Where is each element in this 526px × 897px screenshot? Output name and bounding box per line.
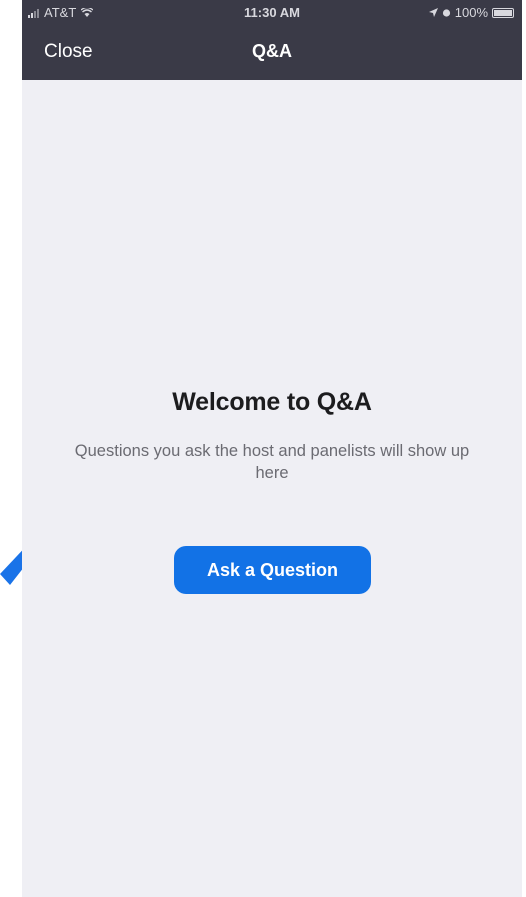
- status-right: 100%: [428, 5, 514, 20]
- alarm-icon: [442, 9, 450, 17]
- ask-question-button[interactable]: Ask a Question: [174, 546, 371, 594]
- phone-screen: AT&T 11:30 AM 100% Close Q&A Welcome to …: [22, 0, 522, 897]
- status-bar: AT&T 11:30 AM 100%: [22, 0, 522, 26]
- location-arrow-icon: [428, 8, 438, 17]
- qa-content: Welcome to Q&A Questions you ask the hos…: [22, 80, 522, 897]
- battery-percent: 100%: [454, 5, 488, 20]
- welcome-title: Welcome to Q&A: [172, 388, 372, 416]
- nav-bar: Close Q&A: [22, 26, 522, 80]
- welcome-description: Questions you ask the host and panelists…: [74, 442, 470, 482]
- page-title: Q&A: [252, 41, 292, 61]
- battery-icon: [492, 7, 514, 18]
